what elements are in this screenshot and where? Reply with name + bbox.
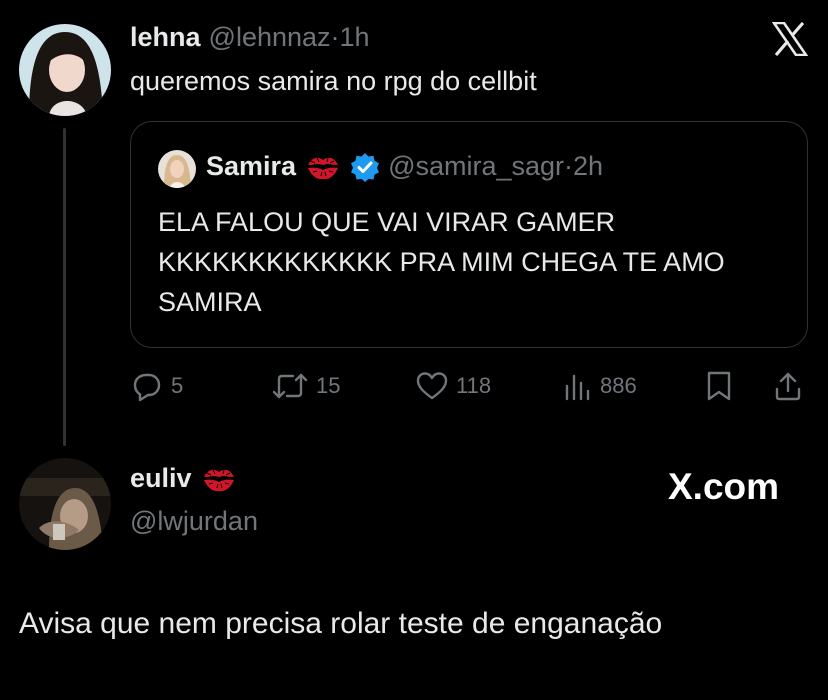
retweet-button[interactable]: 15 — [272, 368, 340, 404]
retweet-count: 15 — [316, 373, 341, 398]
euliv-avatar[interactable] — [19, 458, 111, 550]
reply-count: 5 — [171, 373, 184, 398]
share-button[interactable] — [773, 368, 803, 404]
bookmark-icon — [705, 370, 733, 402]
reply-author-row: euliv — [130, 463, 246, 494]
bookmark-button[interactable] — [705, 368, 733, 404]
tweet-header: lehna @lehnnaz·1h — [130, 22, 370, 53]
share-icon — [773, 370, 803, 402]
author-name[interactable]: lehna — [130, 22, 201, 52]
kiss-mark-icon — [306, 152, 340, 182]
author-handle[interactable]: @lehnnaz — [209, 22, 331, 52]
separator-dot: · — [330, 22, 340, 52]
quoted-tweet-time[interactable]: 2h — [573, 151, 603, 182]
reply-button[interactable]: 5 — [131, 368, 183, 404]
views-count: 886 — [600, 373, 637, 398]
x-com-label: X.com — [668, 466, 780, 507]
quoted-tweet-header: Samira @samira_sagr · 2h — [206, 151, 603, 182]
tweet-text: queremos samira no rpg do cellbit — [130, 66, 537, 96]
like-button[interactable]: 118 — [416, 368, 491, 404]
x-com-watermark: X.com — [668, 466, 779, 508]
reply-author-handle[interactable]: @lwjurdan — [130, 506, 258, 537]
samira-avatar — [158, 150, 196, 188]
x-logo-icon[interactable] — [771, 21, 809, 57]
tweet-time[interactable]: 1h — [340, 22, 370, 52]
thread-connector-line — [63, 128, 66, 446]
kiss-mark-icon — [202, 464, 236, 494]
quoted-author-name[interactable]: Samira — [206, 151, 296, 182]
views-icon — [564, 371, 592, 401]
like-count: 118 — [456, 373, 492, 398]
quoted-tweet-text: ELA FALOU QUE VAI VIRAR GAMER KKKKKKKKKK… — [158, 207, 725, 317]
quoted-separator-dot: · — [564, 151, 574, 181]
lehna-avatar[interactable] — [19, 24, 111, 116]
reply-author-name[interactable]: euliv — [130, 463, 192, 494]
reply-icon — [131, 370, 163, 402]
heart-icon — [416, 371, 448, 401]
reply-text: Avisa que nem precisa rolar teste de eng… — [19, 607, 663, 640]
verified-badge-icon — [350, 152, 380, 182]
views-button[interactable]: 886 — [564, 368, 637, 404]
retweet-icon — [272, 371, 308, 401]
quoted-author-handle[interactable]: @samira_sagr — [388, 151, 564, 182]
